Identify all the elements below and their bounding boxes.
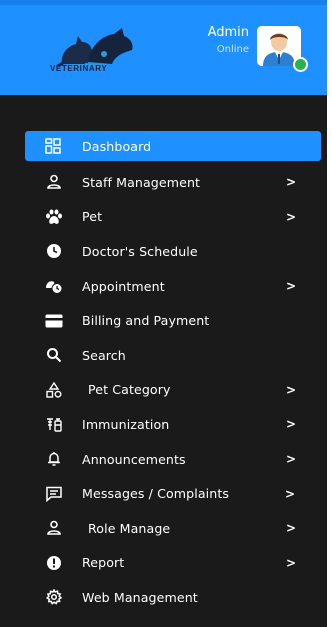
sidebar-item-search[interactable]: Search bbox=[0, 338, 327, 373]
veterinary-logo[interactable] bbox=[48, 24, 158, 82]
sidebar-item-label: Dashboard bbox=[82, 138, 152, 154]
sidebar-item-label: Staff Management bbox=[82, 174, 201, 190]
category-shapes-icon bbox=[44, 380, 64, 400]
sidebar-menu: Dashboard Staff Management > Pet > Docto… bbox=[0, 131, 327, 615]
sidebar-item-label: Immunization bbox=[82, 416, 170, 432]
sidebar-item-doctors-schedule[interactable]: Doctor's Schedule bbox=[0, 234, 327, 269]
sidebar-item-label: Report bbox=[82, 555, 125, 571]
search-icon bbox=[44, 345, 64, 365]
sidebar-item-pet-category[interactable]: Pet Category > bbox=[0, 373, 327, 408]
sidebar-item-label: Announcements bbox=[82, 451, 186, 467]
sidebar-item-role-manage[interactable]: Role Manage > bbox=[0, 511, 327, 546]
logo-text: VETERINARY bbox=[50, 64, 108, 73]
appointment-clock-icon bbox=[44, 276, 64, 296]
sidebar-item-label: Search bbox=[82, 347, 126, 363]
sidebar-item-label: Pet Category bbox=[88, 382, 171, 398]
sidebar-item-label: Doctor's Schedule bbox=[82, 243, 198, 259]
sidebar-item-web-management[interactable]: Web Management bbox=[0, 580, 327, 615]
chevron-right-icon: > bbox=[286, 417, 297, 432]
user-name: Admin bbox=[207, 25, 249, 40]
chevron-right-icon: > bbox=[286, 521, 297, 536]
sidebar-item-billing-and-payment[interactable]: Billing and Payment bbox=[0, 303, 327, 338]
sidebar-item-label: Billing and Payment bbox=[82, 313, 210, 329]
sidebar-item-dashboard[interactable]: Dashboard bbox=[25, 131, 321, 161]
chevron-right-icon: > bbox=[285, 486, 296, 501]
sidebar-item-report[interactable]: Report > bbox=[0, 546, 327, 581]
sidebar-item-appointment[interactable]: Appointment > bbox=[0, 269, 327, 304]
sidebar-item-label: Messages / Complaints bbox=[82, 486, 230, 502]
chevron-right-icon: > bbox=[286, 382, 297, 397]
sidebar-item-label: Role Manage bbox=[88, 520, 171, 536]
sidebar-item-pet[interactable]: Pet > bbox=[0, 200, 327, 235]
online-status-dot bbox=[293, 57, 308, 72]
alert-circle-icon bbox=[44, 553, 64, 573]
chevron-right-icon: > bbox=[286, 452, 297, 467]
clock-icon bbox=[44, 241, 64, 261]
gear-icon bbox=[44, 587, 64, 607]
message-icon bbox=[44, 484, 64, 504]
chevron-right-icon: > bbox=[286, 555, 297, 570]
sidebar: VETERINARY Admin Online Dashboard Staff … bbox=[0, 0, 327, 627]
person-icon bbox=[44, 518, 64, 538]
sidebar-item-announcements[interactable]: Announcements > bbox=[0, 442, 327, 477]
dashboard-grid-icon bbox=[43, 136, 63, 156]
paw-icon bbox=[44, 207, 64, 227]
person-icon bbox=[44, 172, 64, 192]
sidebar-item-messages-complaints[interactable]: Messages / Complaints > bbox=[0, 476, 327, 511]
credit-card-icon bbox=[44, 311, 64, 331]
sidebar-item-immunization[interactable]: Immunization > bbox=[0, 407, 327, 442]
user-status: Online bbox=[216, 44, 249, 55]
vaccine-icon bbox=[44, 414, 64, 434]
chevron-right-icon: > bbox=[286, 175, 297, 190]
sidebar-item-staff-management[interactable]: Staff Management > bbox=[0, 165, 327, 200]
chevron-right-icon: > bbox=[286, 209, 297, 224]
sidebar-item-label: Web Management bbox=[82, 589, 198, 605]
sidebar-item-label: Pet bbox=[82, 209, 103, 225]
sidebar-header: VETERINARY Admin Online bbox=[0, 0, 327, 95]
sidebar-item-label: Appointment bbox=[82, 278, 165, 294]
bell-icon bbox=[44, 449, 64, 469]
chevron-right-icon: > bbox=[286, 279, 297, 294]
